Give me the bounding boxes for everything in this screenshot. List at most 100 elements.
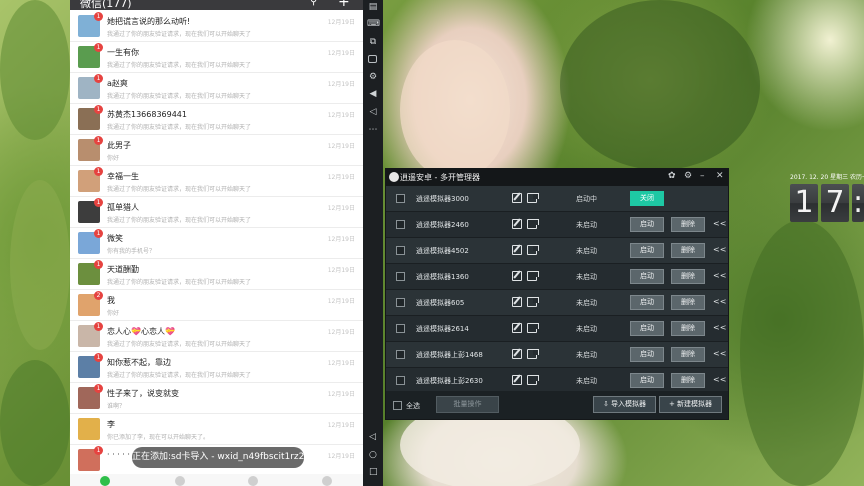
emulator-checkbox[interactable] [396, 324, 405, 333]
emulator-checkbox[interactable] [396, 220, 405, 229]
edit-icon[interactable] [512, 219, 522, 229]
chat-list-item[interactable]: 1 此男子 你好 12月19日 [70, 135, 363, 166]
emulator-name: 逍遥模拟器2614 [416, 325, 469, 333]
start-button[interactable]: 启动 [630, 373, 664, 388]
collapse-icon[interactable]: << [713, 245, 726, 254]
delete-button[interactable]: 删除 [671, 269, 705, 284]
more-icon[interactable]: ⋯ [367, 124, 379, 136]
unread-badge: 1 [94, 229, 103, 238]
chat-name: 她把谎言说的那么动听! [107, 17, 191, 26]
batch-operation-button[interactable]: 批量操作 [436, 396, 499, 413]
close-emulator-button[interactable]: 关闭 [630, 191, 664, 206]
avatar [78, 418, 100, 440]
collapse-icon[interactable]: << [713, 375, 726, 384]
folder-icon[interactable] [368, 55, 377, 63]
emulator-checkbox[interactable] [396, 246, 405, 255]
start-button[interactable]: 启动 [630, 217, 664, 232]
start-button[interactable]: 启动 [630, 321, 664, 336]
chat-preview: 你已添加了李，现在可以开始聊天了。 [107, 434, 210, 441]
open-external-icon[interactable] [527, 193, 539, 203]
import-emulator-button[interactable]: ⇩ 导入模拟器 [593, 396, 656, 413]
emulator-checkbox[interactable] [396, 298, 405, 307]
chat-list-item[interactable]: 李你已添加了李，现在可以开始聊天了。 12月19日 [70, 414, 363, 445]
open-external-icon[interactable] [527, 349, 539, 359]
chats-tab-icon[interactable] [100, 476, 110, 486]
chat-preview: 你好 [107, 310, 120, 317]
emulator-checkbox[interactable] [396, 272, 405, 281]
chat-list-item[interactable]: 2 我你好 12月19日 [70, 290, 363, 321]
open-external-icon[interactable] [527, 375, 539, 385]
home-icon[interactable]: ○ [369, 450, 377, 460]
manager-titlebar[interactable]: 逍遥安卓 - 多开管理器 ✿ ⚙ – ✕ [386, 169, 728, 186]
collapse-icon[interactable]: << [713, 297, 726, 306]
open-external-icon[interactable] [527, 219, 539, 229]
delete-button[interactable]: 删除 [671, 373, 705, 388]
chat-list-item[interactable]: 1 性子来了，说变就变 谁啊？ 12月19日 [70, 383, 363, 414]
volume-up-icon[interactable]: ◀ [367, 88, 379, 100]
edit-icon[interactable] [512, 193, 522, 203]
collapse-icon[interactable]: << [713, 271, 726, 280]
edit-icon[interactable] [512, 349, 522, 359]
emulator-checkbox[interactable] [396, 350, 405, 359]
keyboard-icon[interactable]: ⌨ [367, 18, 380, 30]
chat-list-item[interactable]: 1 幸福一生 我通过了你的朋友验证请求，现在我们可以开始聊天了 12月19日 [70, 166, 363, 197]
collapse-icon[interactable]: << [713, 323, 726, 332]
collapse-icon[interactable]: << [713, 349, 726, 358]
new-emulator-button[interactable]: + 新建模拟器 [659, 396, 722, 413]
collapse-icon[interactable]: << [713, 219, 726, 228]
start-button[interactable]: 启动 [630, 347, 664, 362]
chat-preview: 你有我的手机号？ [107, 248, 156, 255]
chat-list-item[interactable]: 1 a赵爽 我通过了你的朋友验证请求，现在我们可以开始聊天了 12月19日 [70, 73, 363, 104]
volume-down-icon[interactable]: ◁ [367, 106, 379, 118]
start-button[interactable]: 启动 [630, 295, 664, 310]
emulator-name: 逍遥模拟器605 [416, 299, 465, 307]
delete-button[interactable]: 删除 [671, 321, 705, 336]
open-external-icon[interactable] [527, 271, 539, 281]
delete-button[interactable]: 删除 [671, 217, 705, 232]
unread-badge: 1 [94, 105, 103, 114]
chat-preview: 我通过了你的朋友验证请求，现在我们可以开始聊天了 [107, 62, 252, 69]
settings-icon[interactable]: ⚙ [367, 71, 379, 83]
screenshot-icon[interactable]: ▤ [367, 1, 379, 13]
chat-list-item[interactable]: 1 天道酬勤 我通过了你的朋友验证请求，现在我们可以开始聊天了 12月19日 [70, 259, 363, 290]
delete-button[interactable]: 删除 [671, 347, 705, 362]
edit-icon[interactable] [512, 323, 522, 333]
chat-list-item[interactable]: 1 恋人心💝心恋人💝 我通过了你的朋友验证请求，现在我们可以开始聊天了 12月19日 [70, 321, 363, 352]
emulator-checkbox[interactable] [396, 194, 405, 203]
delete-button[interactable]: 删除 [671, 243, 705, 258]
recents-icon[interactable]: □ [369, 467, 378, 477]
open-external-icon[interactable] [527, 245, 539, 255]
edit-icon[interactable] [512, 271, 522, 281]
discover-tab-icon[interactable] [248, 476, 258, 486]
open-external-icon[interactable] [527, 297, 539, 307]
settings-icon[interactable]: ⚙ [684, 171, 692, 181]
select-all-checkbox[interactable] [393, 401, 402, 410]
multi-window-icon[interactable]: ⧉ [367, 36, 379, 48]
chat-list-item[interactable]: 1 孤单猎人 我通过了你的朋友验证请求，现在我们可以开始聊天了 12月19日 [70, 197, 363, 228]
chat-list-item[interactable]: 1 一生有你 我通过了你的朋友验证请求，现在我们可以开始聊天了 12月19日 [70, 42, 363, 73]
search-icon[interactable]: ⚲ [310, 0, 317, 7]
chat-list-item[interactable]: 1 苏黄杰13668369441 我通过了你的朋友验证请求，现在我们可以开始聊天了 1… [70, 104, 363, 135]
contacts-tab-icon[interactable] [175, 476, 185, 486]
import-toast: 正在添加:sd卡导入 - wxid_n49fbscit1rz22 [132, 447, 310, 468]
emulator-checkbox[interactable] [396, 376, 405, 385]
edit-icon[interactable] [512, 297, 522, 307]
close-icon[interactable]: ✕ [716, 171, 724, 181]
wallpaper-foliage [560, 0, 760, 170]
chat-list-item[interactable]: 1 她把谎言说的那么动听! 我通过了你的朋友验证请求，现在我们可以开始聊天了 12月1… [70, 11, 363, 42]
start-button[interactable]: 启动 [630, 269, 664, 284]
chat-time: 12月19日 [327, 360, 355, 367]
back-icon[interactable]: ◁ [369, 432, 376, 442]
me-tab-icon[interactable] [322, 476, 332, 486]
delete-button[interactable]: 删除 [671, 295, 705, 310]
wechat-title: 微信(177) [80, 0, 132, 10]
chat-list-item[interactable]: 1 知你惹不起，靠边 我通过了你的朋友验证请求，现在我们可以开始聊天了 12月19日 [70, 352, 363, 383]
minimize-icon[interactable]: – [700, 171, 705, 181]
start-button[interactable]: 启动 [630, 243, 664, 258]
add-icon[interactable]: + [338, 0, 350, 10]
edit-icon[interactable] [512, 245, 522, 255]
skin-icon[interactable]: ✿ [668, 171, 676, 181]
chat-list-item[interactable]: 1 微笑 你有我的手机号？ 12月19日 [70, 228, 363, 259]
edit-icon[interactable] [512, 375, 522, 385]
open-external-icon[interactable] [527, 323, 539, 333]
